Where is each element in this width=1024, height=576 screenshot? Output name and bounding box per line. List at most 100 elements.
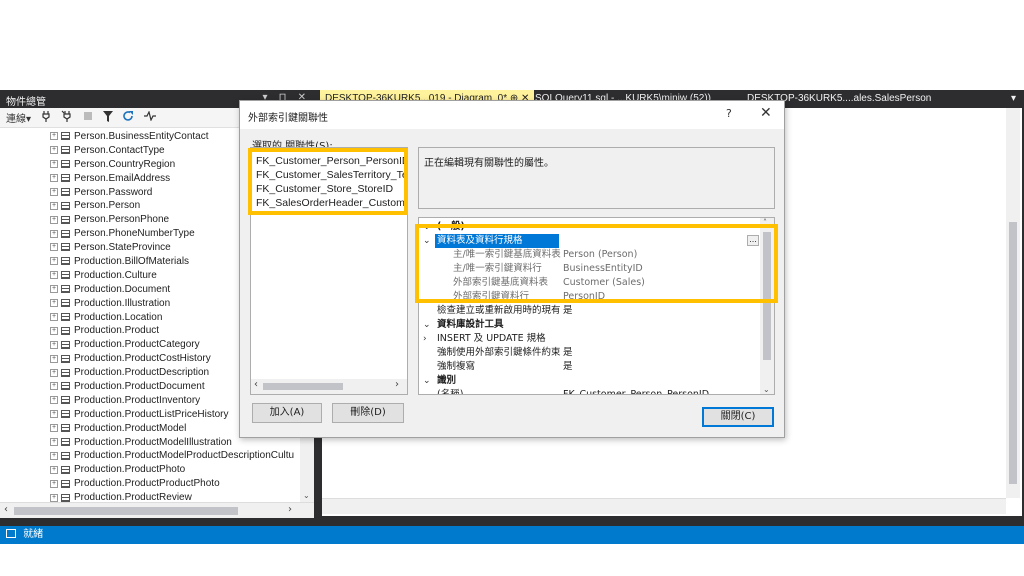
property-value[interactable]: Customer (Sales): [563, 276, 645, 290]
table-icon: [61, 299, 70, 308]
tree-item[interactable]: + Production.ProductModelProductDescripti…: [0, 449, 300, 463]
expand-icon[interactable]: +: [50, 146, 58, 155]
expand-icon[interactable]: +: [50, 132, 58, 141]
relationships-list: FK_Customer_Person_PersonID FK_Customer_…: [250, 147, 408, 395]
scroll-right-icon[interactable]: ›: [288, 504, 292, 515]
expand-icon[interactable]: +: [50, 299, 58, 308]
stop-icon[interactable]: [83, 111, 93, 124]
expand-icon[interactable]: +: [50, 160, 58, 169]
dialog-title: 外部索引鍵關聯性: [248, 113, 328, 124]
expand-icon[interactable]: +: [50, 465, 58, 474]
scrollbar-thumb[interactable]: [14, 507, 238, 515]
expand-icon[interactable]: +: [50, 396, 58, 405]
help-icon[interactable]: ?: [726, 107, 732, 120]
close-icon[interactable]: ✕: [760, 105, 772, 121]
expand-chevron-icon[interactable]: ›: [423, 332, 427, 346]
tree-item-label: Production.Culture: [74, 269, 157, 281]
list-item[interactable]: FK_Customer_Person_PersonID: [256, 154, 407, 168]
list-item[interactable]: FK_Customer_Store_StoreID: [256, 182, 393, 196]
property-row[interactable]: ⌄ 識別: [419, 374, 760, 388]
expand-icon[interactable]: +: [50, 285, 58, 294]
property-grid-vertical-scrollbar[interactable]: ˄ ⌄: [760, 218, 774, 394]
tree-item-label: Person.PhoneNumberType: [74, 228, 195, 240]
tree-item-label: Production.Illustration: [74, 297, 171, 309]
delete-button[interactable]: 刪除(D): [332, 403, 404, 423]
property-value[interactable]: Person (Person): [563, 248, 637, 262]
property-row[interactable]: 外部索引鍵資料行 PersonID: [419, 290, 760, 304]
expand-icon[interactable]: +: [50, 479, 58, 488]
property-row[interactable]: 強制使用外部索引鍵條件約束是: [419, 346, 760, 360]
expand-icon[interactable]: +: [50, 271, 58, 280]
expand-icon[interactable]: +: [50, 437, 58, 446]
scroll-down-icon[interactable]: ⌄: [303, 491, 310, 500]
diagram-vertical-scrollbar[interactable]: [1006, 108, 1020, 498]
object-explorer-horizontal-scrollbar[interactable]: ‹ ›: [0, 502, 314, 518]
expand-icon[interactable]: +: [50, 382, 58, 391]
property-row[interactable]: ⌄ 資料庫設計工具: [419, 318, 760, 332]
expand-icon[interactable]: +: [50, 340, 58, 349]
scroll-left-icon[interactable]: ‹: [254, 379, 258, 390]
scroll-up-icon[interactable]: ˄: [763, 218, 767, 227]
table-icon: [61, 382, 70, 391]
collapse-chevron-icon[interactable]: ⌄: [423, 234, 431, 248]
refresh-icon[interactable]: [123, 110, 134, 125]
ellipsis-button[interactable]: ...: [747, 235, 759, 246]
expand-icon[interactable]: +: [50, 215, 58, 224]
expand-icon[interactable]: +: [50, 201, 58, 210]
expand-icon[interactable]: +: [50, 410, 58, 419]
relationships-horizontal-scrollbar[interactable]: ‹ ›: [251, 379, 407, 394]
expand-icon[interactable]: +: [50, 174, 58, 183]
connect-dropdown[interactable]: 連線▾: [6, 110, 31, 125]
expand-icon[interactable]: +: [50, 354, 58, 363]
expand-icon[interactable]: +: [50, 451, 58, 460]
close-button[interactable]: 關閉(C): [702, 407, 774, 427]
activity-monitor-icon[interactable]: [144, 110, 157, 124]
expand-icon[interactable]: +: [50, 187, 58, 196]
tree-item-label: Person.PersonPhone: [74, 214, 170, 226]
list-item[interactable]: FK_SalesOrderHeader_Customer_C: [256, 196, 407, 210]
expand-icon[interactable]: +: [50, 312, 58, 321]
scrollbar-thumb[interactable]: [763, 232, 771, 360]
property-value[interactable]: PersonID: [563, 290, 605, 304]
diagram-horizontal-scrollbar[interactable]: [322, 498, 1006, 514]
expand-icon[interactable]: +: [50, 229, 58, 238]
expand-icon[interactable]: +: [50, 493, 58, 502]
expand-icon[interactable]: +: [50, 368, 58, 377]
tab-overflow-chevron-icon[interactable]: ▾: [1006, 90, 1021, 108]
property-value[interactable]: FK_Customer_Person_PersonID: [563, 388, 709, 394]
property-value[interactable]: 是: [563, 360, 573, 374]
list-item[interactable]: FK_Customer_SalesTerritory_Territo: [256, 168, 407, 182]
scrollbar-thumb[interactable]: [263, 383, 343, 390]
disconnect-plug-icon[interactable]: [61, 110, 73, 125]
scroll-left-icon[interactable]: ‹: [4, 504, 8, 515]
property-row[interactable]: 主/唯一索引鍵資料行 BusinessEntityID: [419, 262, 760, 276]
property-row[interactable]: 強制複寫 是: [419, 360, 760, 374]
scrollbar-thumb[interactable]: [1009, 222, 1017, 484]
filter-icon[interactable]: [103, 110, 114, 125]
foreign-key-relationships-dialog: 外部索引鍵關聯性 ? ✕ 選取的 關聯性(S): FK_Customer_Per…: [239, 100, 785, 438]
expand-icon[interactable]: +: [50, 424, 58, 433]
property-row[interactable]: (名稱) FK_Customer_Person_PersonID: [419, 388, 760, 394]
collapse-chevron-icon[interactable]: ⌄: [423, 374, 431, 388]
tree-item[interactable]: + Production.ProductProductPhoto: [0, 477, 300, 491]
property-row[interactable]: 檢查建立或重新啟用時的現有是: [419, 304, 760, 318]
property-row[interactable]: 外部索引鍵基底資料表 Customer (Sales): [419, 276, 760, 290]
property-value[interactable]: 是: [563, 346, 573, 360]
expand-icon[interactable]: +: [50, 257, 58, 266]
property-row[interactable]: ⌄ (一般): [419, 220, 760, 234]
tree-item[interactable]: + Production.ProductPhoto: [0, 463, 300, 477]
expand-icon[interactable]: +: [50, 326, 58, 335]
property-value[interactable]: 是: [563, 304, 573, 318]
scroll-down-icon[interactable]: ⌄: [763, 385, 770, 394]
property-row[interactable]: 主/唯一索引鍵基底資料表 Person (Person): [419, 248, 760, 262]
connect-plug-icon[interactable]: [41, 110, 51, 125]
property-value[interactable]: BusinessEntityID: [563, 262, 643, 276]
scroll-right-icon[interactable]: ›: [395, 379, 399, 390]
expand-icon[interactable]: +: [50, 243, 58, 252]
add-button[interactable]: 加入(A): [252, 403, 322, 423]
collapse-chevron-icon[interactable]: ⌄: [423, 220, 431, 234]
property-row[interactable]: ⌄ 資料表及資料行規格...: [419, 234, 760, 248]
property-row[interactable]: › INSERT 及 UPDATE 規格: [419, 332, 760, 346]
tree-item[interactable]: + Production.ProductReview: [0, 491, 300, 502]
collapse-chevron-icon[interactable]: ⌄: [423, 318, 431, 332]
